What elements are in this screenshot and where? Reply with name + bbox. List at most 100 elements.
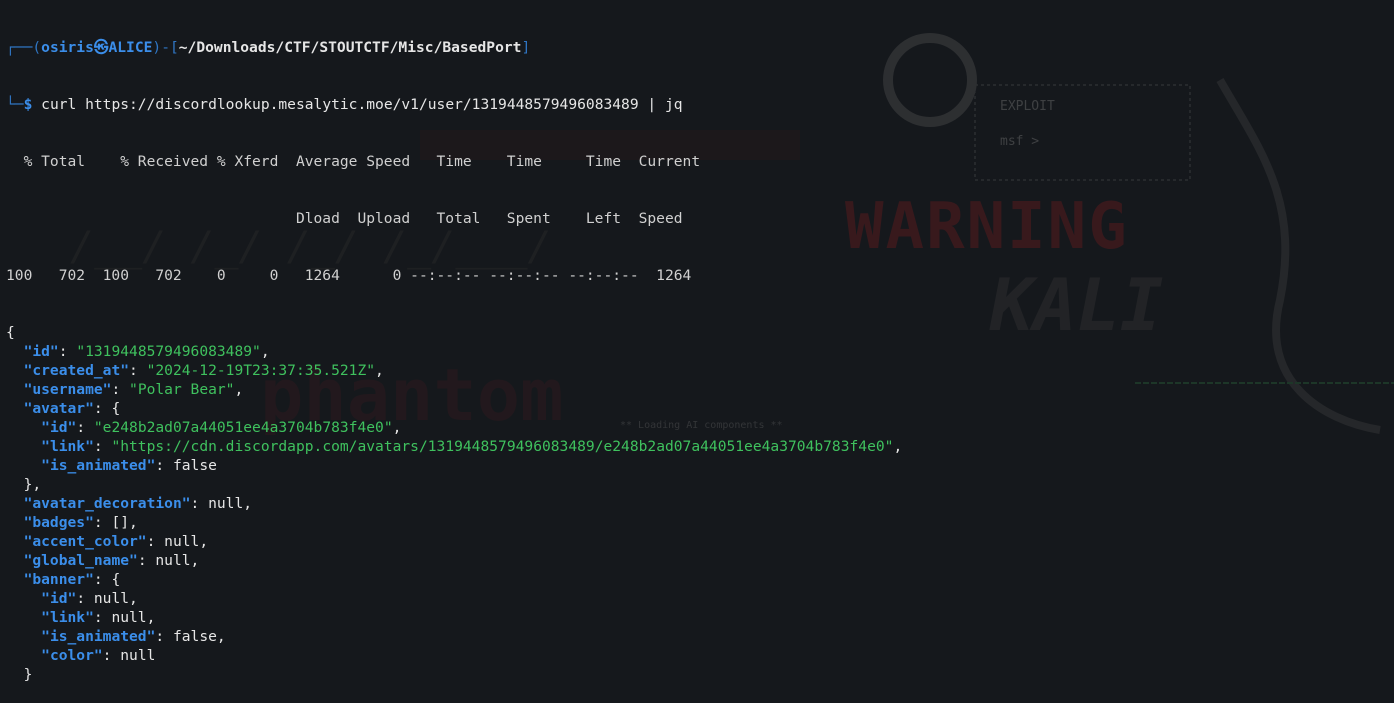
json-string: "Polar Bear" [129,381,235,398]
json-punct: : [137,552,156,569]
prompt-path: ~/Downloads/CTF/STOUTCTF/Misc/BasedPort [178,39,522,56]
json-punct: : { [93,571,121,588]
progress-row: 100 702 100 702 0 0 1264 0 --:--:-- --:-… [6,267,692,284]
json-literal: null [208,495,244,512]
json-punct: : [146,533,165,550]
json-punct: : [190,495,209,512]
json-punct: }, [6,476,42,493]
json-punct: : { [93,400,121,417]
json-key: "accent_color" [23,533,147,550]
json-punct: : [93,438,112,455]
json-line: } [6,665,1394,684]
terminal-output[interactable]: ┌──(osiris㉿ALICE)-[~/Downloads/CTF/STOUT… [6,0,1394,683]
json-punct: , [260,343,270,360]
json-punct [6,457,41,474]
json-punct [6,590,41,607]
json-line: "id": "1319448579496083489", [6,342,1394,361]
json-punct: { [6,324,15,341]
json-key: "banner" [23,571,94,588]
json-punct: , [234,381,244,398]
json-line: { [6,323,1394,342]
json-punct: , [375,362,384,379]
json-line: }, [6,475,1394,494]
prompt-frame-top: ┌──( [6,39,42,56]
json-punct: : [111,381,130,398]
json-key: "global_name" [23,552,138,569]
json-punct: : [93,609,112,626]
json-punct [6,419,41,436]
json-punct: : [76,590,94,607]
json-punct: : [76,419,94,436]
json-key: "avatar_decoration" [23,495,191,512]
json-key: "created_at" [23,362,130,379]
json-line: "created_at": "2024-12-19T23:37:35.521Z"… [6,361,1394,380]
json-punct [6,647,41,664]
json-line: "global_name": null, [6,551,1394,570]
prompt-frame-mid: )-[ [152,39,179,56]
json-string: "1319448579496083489" [76,343,261,360]
json-string: "2024-12-19T23:37:35.521Z" [146,362,376,379]
json-punct [6,438,41,455]
json-literal: false [172,628,217,645]
json-key: "is_animated" [41,457,156,474]
json-line: "color": null [6,646,1394,665]
prompt-line-1: ┌──(osiris㉿ALICE)-[~/Downloads/CTF/STOUT… [6,38,1394,57]
json-output: { "id": "1319448579496083489", "created_… [6,323,1394,684]
json-punct [6,533,24,550]
json-punct: : [102,647,121,664]
json-punct: } [6,666,33,683]
command-text: curl https://discordlookup.mesalytic.moe… [32,96,683,113]
json-line: "id": null, [6,589,1394,608]
json-key: "avatar" [23,400,94,417]
json-punct: : [129,362,147,379]
json-punct [6,609,41,626]
json-key: "is_animated" [41,628,156,645]
json-line: "avatar": { [6,399,1394,418]
json-punct [6,552,24,569]
prompt-frame-bottom: └─ [6,96,24,113]
json-line: "username": "Polar Bear", [6,380,1394,399]
json-punct: , [199,533,209,550]
json-line: "accent_color": null, [6,532,1394,551]
json-punct [6,628,41,645]
json-line: "link": "https://cdn.discordapp.com/avat… [6,437,1394,456]
json-punct [6,362,24,379]
json-key: "color" [41,647,103,664]
progress-header-1: % Total % Received % Xferd Average Speed… [6,153,701,170]
json-punct: : [155,628,173,645]
json-punct [6,400,24,417]
json-punct [6,514,24,531]
json-punct: : [58,343,77,360]
progress-header-2: Dload Upload Total Spent Left Speed [6,210,683,227]
json-punct: , [392,419,402,436]
prompt-line-2: └─$ curl https://discordlookup.mesalytic… [6,95,1394,114]
json-key: "badges" [23,514,94,531]
json-punct: : [], [93,514,138,531]
json-punct [6,495,24,512]
json-literal: false [172,457,217,474]
json-line: "badges": [], [6,513,1394,532]
json-key: "username" [23,381,112,398]
json-punct [6,343,24,360]
json-key: "link" [41,438,94,455]
json-punct: , [190,552,200,569]
json-string: "e248b2ad07a44051ee4a3704b783f4e0" [93,419,393,436]
json-literal: null [164,533,200,550]
json-punct: , [893,438,903,455]
json-literal: null [120,647,156,664]
json-punct: , [243,495,253,512]
json-literal: null [111,609,147,626]
json-line: "id": "e248b2ad07a44051ee4a3704b783f4e0"… [6,418,1394,437]
json-line: "is_animated": false, [6,627,1394,646]
json-line: "is_animated": false [6,456,1394,475]
json-punct [6,381,24,398]
json-key: "id" [41,590,77,607]
json-line: "banner": { [6,570,1394,589]
json-punct: , [216,628,226,645]
json-punct: , [146,609,156,626]
prompt-user: osiris㉿ALICE [41,39,153,56]
json-string: "https://cdn.discordapp.com/avatars/1319… [111,438,894,455]
json-literal: null [155,552,191,569]
json-punct: : [155,457,173,474]
json-line: "avatar_decoration": null, [6,494,1394,513]
